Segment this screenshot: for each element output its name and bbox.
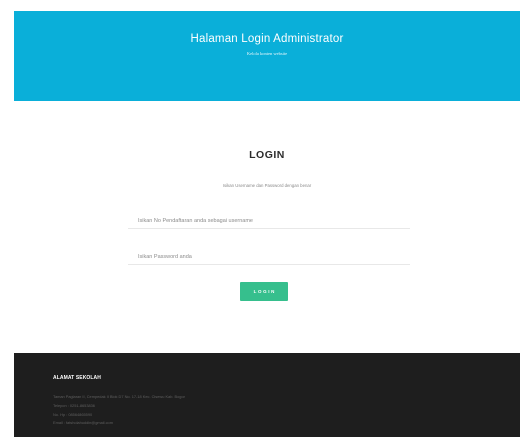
username-input[interactable] bbox=[128, 213, 410, 229]
page-subtitle: Kelola konten website bbox=[246, 51, 288, 56]
school-address-list: Taman Paglaran II, Cempedak II Blok D7 N… bbox=[53, 393, 185, 428]
footer: ALAMAT SEKOLAH Taman Paglaran II, Cemped… bbox=[14, 353, 520, 437]
footer-phone-line: Telepon : 0251-8653836 bbox=[53, 402, 95, 408]
footer-mobile-line: No. Hp : 08564865590 bbox=[53, 411, 93, 417]
footer-address-line: Taman Paglaran II, Cempedak II Blok D7 N… bbox=[53, 394, 185, 399]
login-button[interactable]: LOGIN bbox=[240, 282, 288, 301]
login-section: LOGIN Isikan Username dan Password denga… bbox=[14, 101, 520, 353]
login-page: Halaman Login Administrator Kelola konte… bbox=[0, 0, 520, 437]
header-banner: Halaman Login Administrator Kelola konte… bbox=[14, 11, 520, 101]
top-margin bbox=[0, 0, 520, 11]
page-title: Halaman Login Administrator bbox=[190, 33, 344, 45]
login-heading: LOGIN bbox=[249, 149, 285, 161]
footer-heading: ALAMAT SEKOLAH bbox=[53, 375, 101, 381]
password-input[interactable] bbox=[128, 249, 410, 265]
login-instructions: Isikan Username dan Password dengan bena… bbox=[222, 183, 312, 188]
footer-email-line: Email : fatsholahuddin@gmail.com bbox=[53, 420, 113, 426]
